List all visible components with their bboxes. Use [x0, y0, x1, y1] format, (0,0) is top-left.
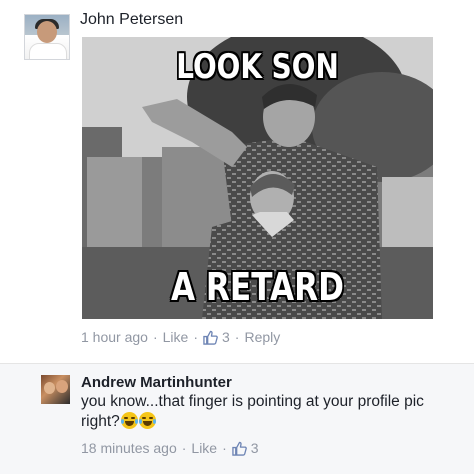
reply-like-count[interactable]: 3	[251, 440, 259, 456]
post: John Petersen LOOK SON A RETARD 1 hour a…	[0, 0, 474, 362]
post-like-link[interactable]: Like	[163, 329, 189, 345]
post-meta: 1 hour ago · Like · 3 · Reply	[81, 329, 280, 345]
meme-bottom-caption: A RETARD	[170, 265, 345, 309]
avatar-face	[37, 21, 57, 43]
post-reply-link[interactable]: Reply	[244, 329, 280, 345]
reply-comment: Andrew Martinhunter you know...that fing…	[0, 364, 474, 474]
separator: ·	[152, 329, 158, 345]
tears-of-joy-icon	[138, 412, 156, 429]
reply-body: you know...that finger is pointing at yo…	[81, 392, 461, 432]
separator: ·	[222, 440, 227, 456]
reply-meta: 18 minutes ago · Like · 3	[81, 440, 259, 456]
separator: ·	[181, 440, 187, 456]
reply-like-link[interactable]: Like	[191, 440, 217, 456]
reply-author-avatar[interactable]	[41, 375, 70, 404]
thumbs-up-icon[interactable]	[232, 441, 247, 456]
author-avatar[interactable]	[24, 14, 70, 60]
thumbs-up-icon[interactable]	[203, 330, 218, 345]
meme-image[interactable]: LOOK SON A RETARD	[82, 37, 433, 319]
post-timestamp[interactable]: 1 hour ago	[81, 329, 148, 345]
tears-of-joy-icon	[120, 412, 138, 429]
reply-timestamp[interactable]: 18 minutes ago	[81, 440, 177, 456]
avatar-face	[44, 382, 55, 394]
post-author-name[interactable]: John Petersen	[80, 11, 183, 29]
separator: ·	[193, 329, 198, 345]
post-like-count[interactable]: 3	[222, 329, 230, 345]
meme-top-caption: LOOK SON	[176, 47, 339, 87]
avatar-face	[56, 380, 68, 393]
avatar-shirt	[29, 43, 67, 59]
reply-author-name[interactable]: Andrew Martinhunter	[81, 374, 232, 391]
separator: ·	[234, 329, 240, 345]
